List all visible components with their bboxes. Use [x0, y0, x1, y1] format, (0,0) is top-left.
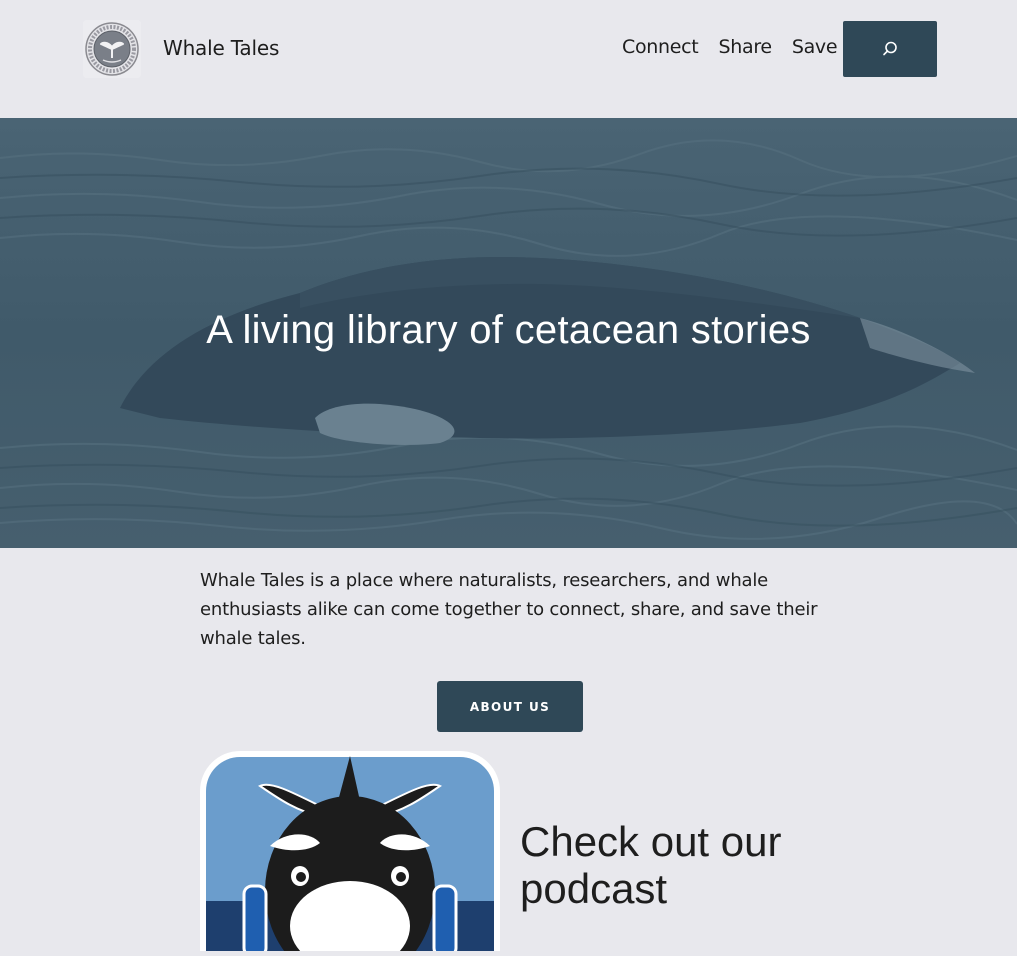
- whale-tail-logo-icon: [83, 20, 141, 78]
- podcast-artwork[interactable]: [200, 751, 500, 956]
- primary-nav: Connect Share Save: [622, 36, 857, 58]
- nav-item-connect[interactable]: Connect: [622, 36, 699, 58]
- orca-mascot-icon: [200, 751, 500, 956]
- nav-item-share[interactable]: Share: [718, 36, 772, 58]
- search-button[interactable]: [843, 21, 937, 77]
- search-icon: [883, 41, 897, 56]
- site-title[interactable]: Whale Tales: [163, 36, 279, 60]
- nav-item-save[interactable]: Save: [792, 36, 838, 58]
- site-header: Whale Tales Connect Share Save: [0, 0, 1017, 118]
- podcast-heading: Check out our podcast: [520, 818, 782, 912]
- intro-paragraph: Whale Tales is a place where naturalists…: [200, 570, 818, 649]
- site-logo[interactable]: [83, 20, 141, 78]
- about-us-button[interactable]: ABOUT US: [437, 681, 583, 732]
- hero-cover: A living library of cetacean stories: [0, 118, 1017, 548]
- hero-title: A living library of cetacean stories: [206, 308, 811, 352]
